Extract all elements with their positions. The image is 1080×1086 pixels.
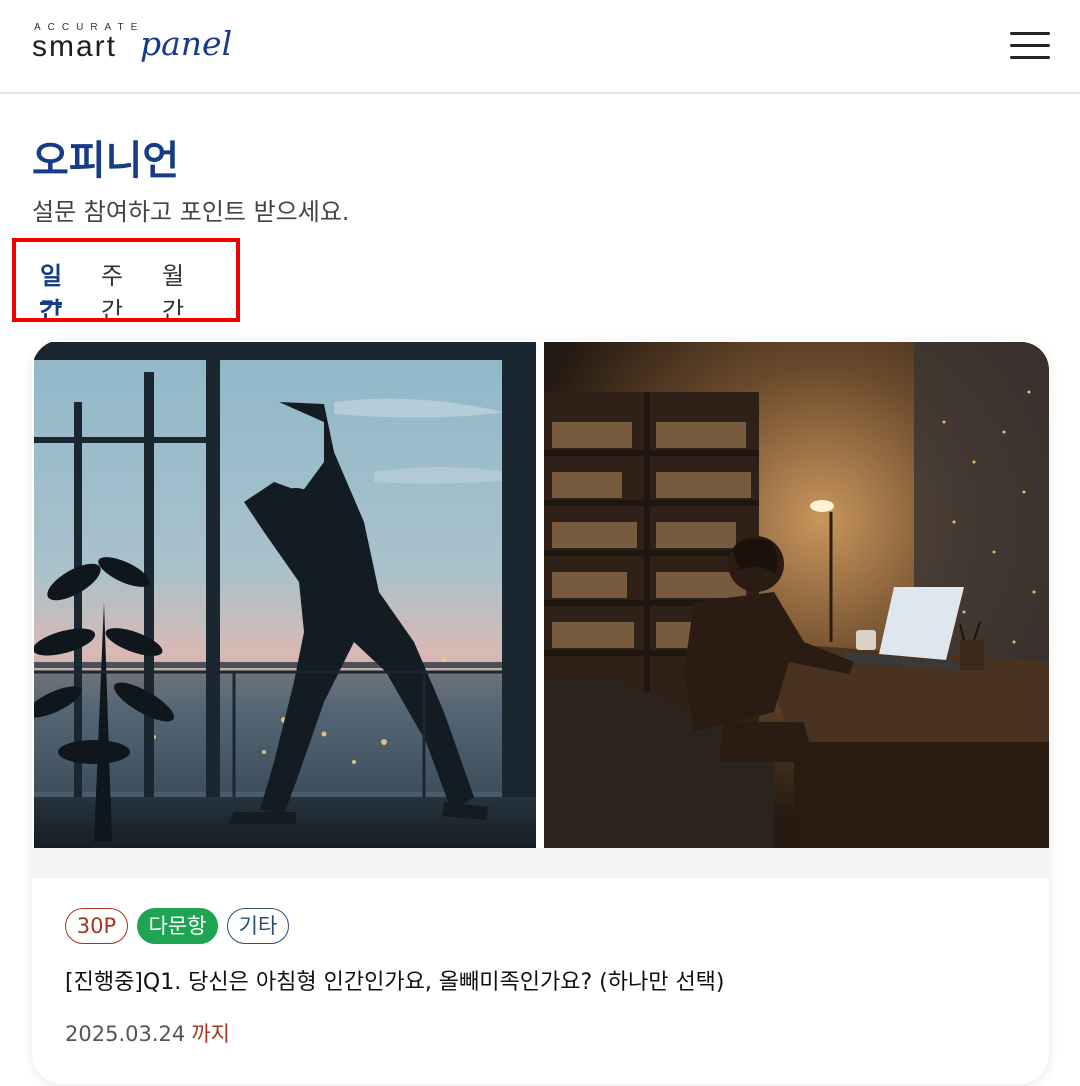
deadline-date: 2025.03.24: [65, 1022, 186, 1046]
tab-daily[interactable]: 일간: [40, 256, 63, 325]
tab-weekly[interactable]: 주간: [101, 256, 123, 325]
question-type-badge: 다문항: [137, 908, 218, 944]
survey-card[interactable]: 30P 다문항 기타 [진행중]Q1. 당신은 아침형 인간인가요, 올빼미족인…: [32, 340, 1049, 1084]
hamburger-menu-icon[interactable]: [1010, 30, 1050, 62]
page-subtitle: 설문 참여하고 포인트 받으세요.: [32, 198, 350, 226]
tab-monthly[interactable]: 월간: [162, 256, 184, 325]
logo-smart-text: smart: [32, 30, 117, 63]
survey-deadline: 2025.03.24 까지: [65, 1018, 230, 1048]
deadline-suffix: 까지: [191, 1022, 230, 1046]
logo-panel-text: panel: [140, 24, 233, 63]
category-badge: 기타: [227, 908, 289, 944]
stretching-photo: [34, 342, 536, 848]
app-header: ACCURATE smart panel: [0, 0, 1080, 94]
image-bottom-strip: [32, 848, 1049, 878]
smartpanel-logo[interactable]: ACCURATE smart panel: [32, 22, 232, 74]
page-title: 오피니언: [32, 138, 180, 184]
points-badge: 30P: [65, 908, 128, 944]
laptop-work-photo: [544, 342, 1049, 848]
survey-title[interactable]: [진행중]Q1. 당신은 아침형 인간인가요, 올빼미족인가요? (하나만 선택…: [65, 964, 725, 996]
